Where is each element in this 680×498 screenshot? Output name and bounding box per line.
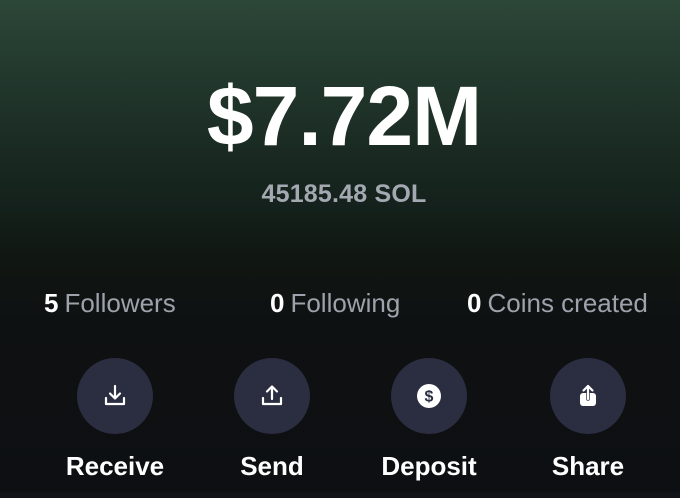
coins-created-count: 0	[467, 288, 482, 318]
following-stat[interactable]: 0 Following	[270, 285, 400, 321]
deposit-button[interactable]: $	[391, 358, 467, 434]
share-label: Share	[551, 451, 625, 481]
receive-button[interactable]	[77, 358, 153, 434]
wallet-profile-screen: $7.72M 45185.48 SOL 5 Followers 0 Followin…	[0, 0, 680, 498]
receive-label: Receive	[65, 451, 165, 481]
share-button[interactable]	[550, 358, 626, 434]
receive-action: Receive	[45, 358, 185, 484]
share-icon	[580, 384, 596, 406]
share-action: Share	[518, 358, 658, 484]
balance-sol: 45185.48 SOL	[261, 180, 427, 208]
svg-text:$: $	[425, 389, 434, 406]
followers-count: 5	[44, 288, 59, 318]
upload-tray-icon	[261, 385, 283, 406]
coins-created-label: Coins created	[487, 288, 648, 318]
download-tray-icon	[104, 384, 126, 406]
following-count: 0	[270, 288, 285, 318]
send-label: Send	[240, 451, 304, 481]
bottom-edge	[0, 492, 680, 498]
coins-created-stat[interactable]: 0 Coins created	[467, 285, 648, 321]
send-button[interactable]	[234, 358, 310, 434]
balance-usd: $7.72M	[206, 69, 482, 163]
followers-label: Followers	[64, 288, 176, 318]
followers-stat[interactable]: 5 Followers	[44, 285, 176, 321]
following-label: Following	[290, 288, 401, 318]
dollar-coin-icon: $	[417, 384, 441, 408]
deposit-label: Deposit	[381, 451, 477, 481]
send-action: Send	[202, 358, 342, 484]
deposit-action: $ Deposit	[359, 358, 499, 484]
